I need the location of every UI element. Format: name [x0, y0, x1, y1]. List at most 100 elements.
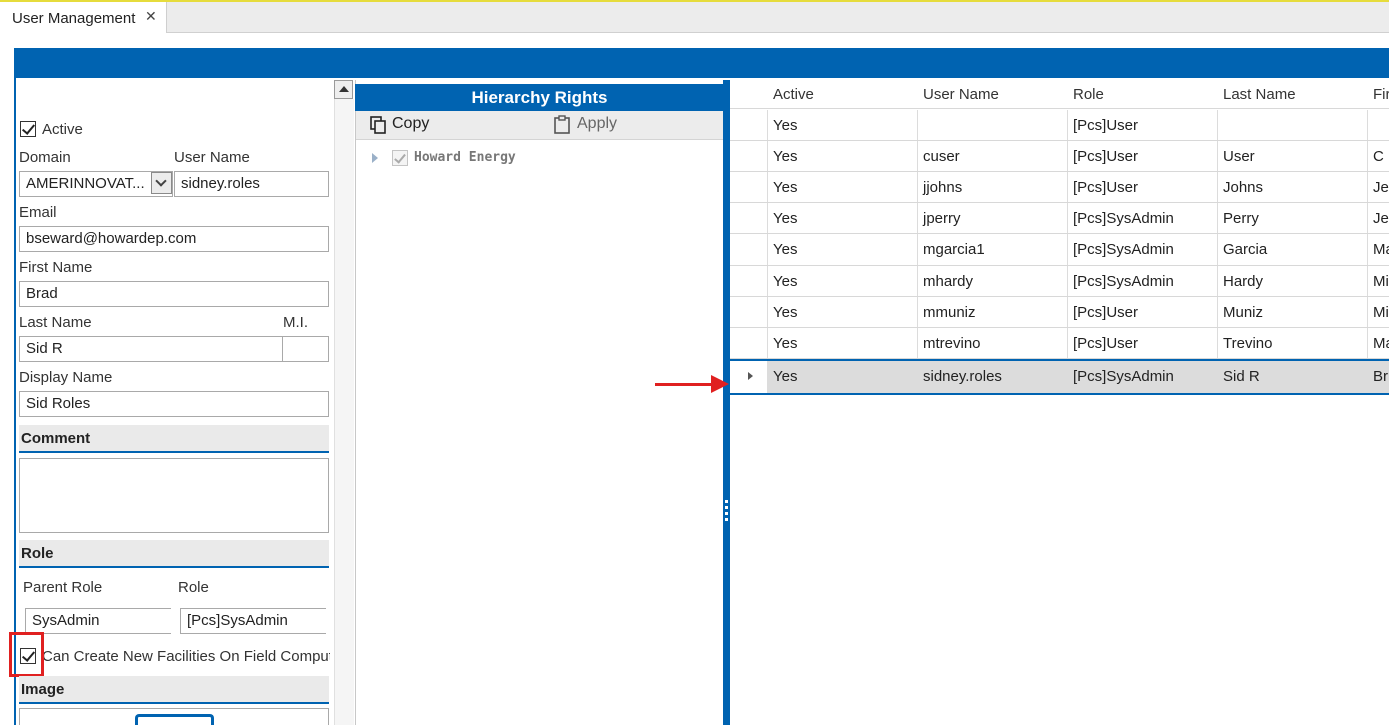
table-row[interactable]: Yes [Pcs]User: [730, 110, 1389, 141]
cell-active[interactable]: Yes: [768, 361, 918, 393]
cell-username[interactable]: mmuniz: [918, 297, 1068, 327]
row-header[interactable]: [730, 110, 768, 140]
cell-active[interactable]: Yes: [768, 110, 918, 140]
email-field[interactable]: bseward@howardep.com: [19, 226, 329, 252]
cell-active[interactable]: Yes: [768, 234, 918, 265]
cell-username[interactable]: cuser: [918, 141, 1068, 171]
role-section-header: Role: [19, 540, 329, 568]
row-header[interactable]: [730, 361, 768, 393]
cell-lastname[interactable]: Sid R: [1218, 361, 1368, 393]
table-row[interactable]: Yes mmuniz [Pcs]User Muniz Mi: [730, 297, 1389, 328]
cell-username[interactable]: [918, 110, 1068, 140]
cell-role[interactable]: [Pcs]User: [1068, 297, 1218, 327]
cell-lastname[interactable]: Trevino: [1218, 328, 1368, 358]
row-header[interactable]: [730, 297, 768, 327]
arrow-right-icon: [711, 375, 729, 393]
table-row[interactable]: Yesjperry[Pcs]SysAdminPerryJef: [730, 203, 1389, 234]
cell-role[interactable]: [Pcs]SysAdmin: [1068, 203, 1218, 233]
cell-username[interactable]: mgarcia1: [918, 234, 1068, 265]
cell-lastname[interactable]: Hardy: [1218, 266, 1368, 296]
cell-lastname[interactable]: Johns: [1218, 172, 1368, 202]
panel-splitter[interactable]: [723, 80, 730, 725]
firstname-label: First Name: [19, 259, 93, 276]
column-header-role[interactable]: Role: [1068, 80, 1219, 109]
cell-firstname[interactable]: Jef: [1368, 203, 1389, 233]
displayname-label: Display Name: [19, 369, 113, 386]
cell-active[interactable]: Yes: [768, 141, 918, 171]
username-label: User Name: [174, 149, 250, 166]
cell-lastname[interactable]: User: [1218, 141, 1368, 171]
tree-node-label[interactable]: Howard Energy: [414, 150, 516, 165]
copy-button[interactable]: Copy: [392, 115, 429, 133]
cell-username[interactable]: mhardy: [918, 266, 1068, 296]
cell-role[interactable]: [Pcs]User: [1068, 141, 1218, 171]
tree-node-checkbox[interactable]: [392, 150, 408, 166]
chevron-down-icon[interactable]: [151, 172, 172, 194]
cell-active[interactable]: Yes: [768, 172, 918, 202]
cell-active[interactable]: Yes: [768, 203, 918, 233]
apply-button[interactable]: Apply: [577, 115, 617, 133]
tree-expand-icon[interactable]: [372, 153, 378, 163]
cell-username[interactable]: jjohns: [918, 172, 1068, 202]
cell-active[interactable]: Yes: [768, 266, 918, 296]
username-field[interactable]: sidney.roles: [174, 171, 329, 197]
mi-field[interactable]: [282, 336, 329, 362]
displayname-field[interactable]: Sid Roles: [19, 391, 329, 417]
cell-lastname[interactable]: Garcia: [1218, 234, 1368, 265]
cell-role[interactable]: [Pcs]SysAdmin: [1068, 266, 1218, 296]
column-header-active[interactable]: Active: [768, 80, 919, 109]
cell-active[interactable]: Yes: [768, 328, 918, 358]
cell-firstname[interactable]: Ma: [1368, 328, 1389, 358]
row-header[interactable]: [730, 172, 768, 202]
parent-role-field[interactable]: SysAdmin: [25, 608, 171, 634]
cell-active[interactable]: Yes: [768, 297, 918, 327]
row-header[interactable]: [730, 203, 768, 233]
cell-firstname[interactable]: Jef: [1368, 172, 1389, 202]
cell-firstname[interactable]: C: [1368, 141, 1389, 171]
row-header[interactable]: [730, 141, 768, 171]
lastname-field[interactable]: Sid R: [19, 336, 283, 362]
cell-role[interactable]: [Pcs]SysAdmin: [1068, 234, 1218, 265]
column-header-username[interactable]: User Name: [918, 80, 1069, 109]
row-header[interactable]: [730, 266, 768, 296]
row-header[interactable]: [730, 234, 768, 265]
column-header-firstname[interactable]: Fir: [1368, 80, 1389, 109]
cell-firstname[interactable]: [1368, 110, 1389, 140]
table-row[interactable]: Yesmgarcia1[Pcs]SysAdminGarciaMa: [730, 234, 1389, 266]
scrollbar-track[interactable]: [334, 99, 354, 725]
cell-role[interactable]: [Pcs]User: [1068, 110, 1218, 140]
cell-firstname[interactable]: Ma: [1368, 234, 1389, 265]
active-label: Active: [42, 121, 83, 138]
cell-lastname[interactable]: [1218, 110, 1368, 140]
cell-role[interactable]: [Pcs]User: [1068, 328, 1218, 358]
comment-textarea[interactable]: [19, 458, 329, 533]
comment-section-header: Comment: [19, 425, 329, 453]
cell-username[interactable]: sidney.roles: [918, 361, 1068, 393]
cell-role[interactable]: [Pcs]SysAdmin: [1068, 361, 1218, 393]
table-row[interactable]: Yes cuser [Pcs]User User C: [730, 141, 1389, 172]
cell-lastname[interactable]: Perry: [1218, 203, 1368, 233]
tab-user-management[interactable]: User Management ✕: [0, 2, 167, 33]
table-row[interactable]: Yesmtrevino[Pcs]UserTrevinoMa: [730, 328, 1389, 359]
column-header-lastname[interactable]: Last Name: [1218, 80, 1369, 109]
image-button[interactable]: [135, 714, 214, 725]
firstname-field[interactable]: Brad: [19, 281, 329, 307]
domain-select[interactable]: AMERINNOVAT...: [19, 171, 173, 197]
cell-username[interactable]: mtrevino: [918, 328, 1068, 358]
close-icon[interactable]: ✕: [145, 8, 157, 25]
lastname-label: Last Name: [19, 314, 92, 331]
cell-firstname[interactable]: Br: [1368, 361, 1389, 393]
cell-role[interactable]: [Pcs]User: [1068, 172, 1218, 202]
active-checkbox[interactable]: [20, 121, 36, 137]
table-row[interactable]: Yesjjohns[Pcs]UserJohnsJef: [730, 172, 1389, 203]
cell-firstname[interactable]: Mi: [1368, 266, 1389, 296]
scroll-up-button[interactable]: [334, 80, 353, 99]
cell-firstname[interactable]: Mi: [1368, 297, 1389, 327]
cell-lastname[interactable]: Muniz: [1218, 297, 1368, 327]
table-row[interactable]: Yes mhardy [Pcs]SysAdmin Hardy Mi: [730, 266, 1389, 297]
row-header[interactable]: [730, 328, 768, 358]
role-field[interactable]: [Pcs]SysAdmin: [180, 608, 326, 634]
table-row[interactable]: Yes sidney.roles [Pcs]SysAdmin Sid R Br: [730, 359, 1389, 395]
cell-username[interactable]: jperry: [918, 203, 1068, 233]
role-label: Role: [178, 579, 209, 596]
